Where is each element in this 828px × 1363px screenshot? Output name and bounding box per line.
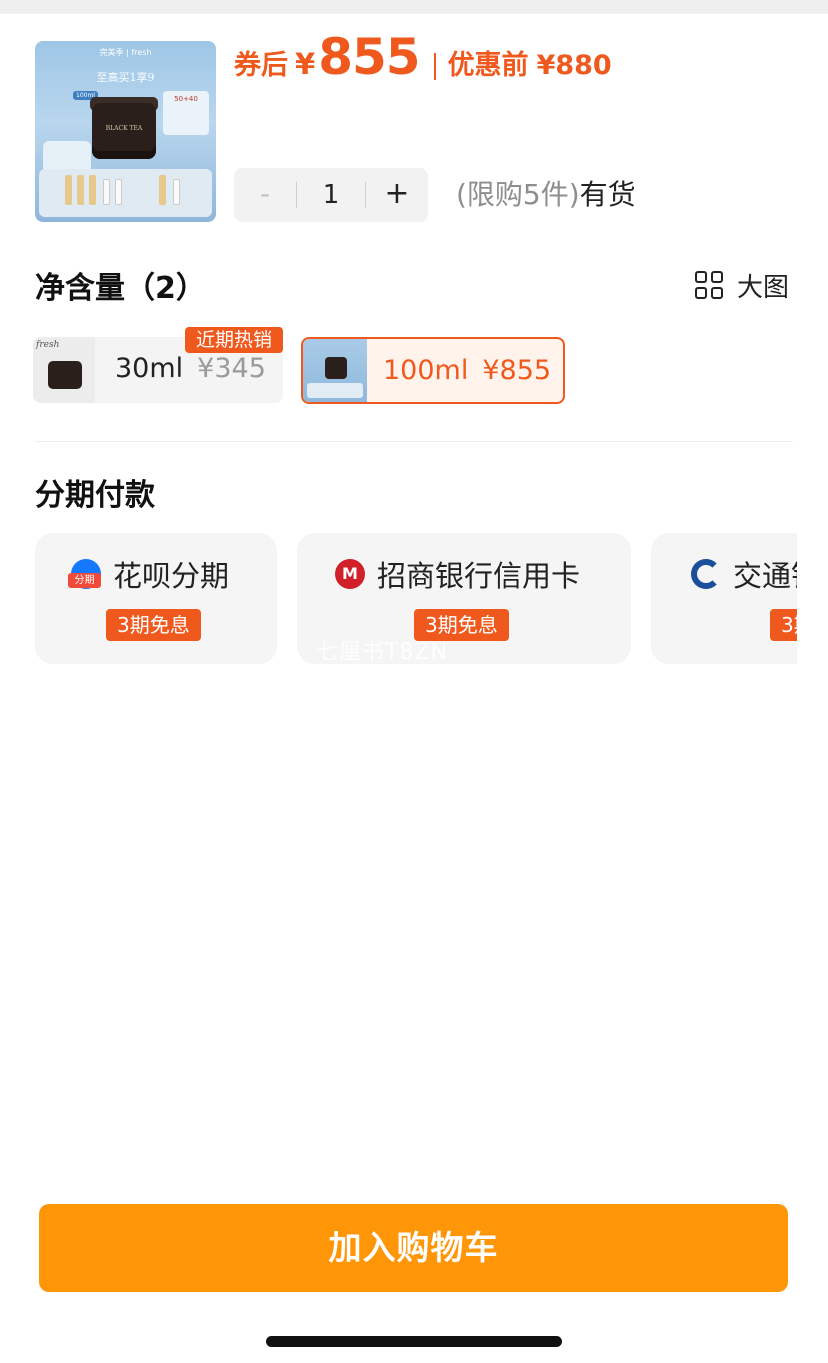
after-coupon-price: 855 xyxy=(318,28,420,86)
installment-option-huabei[interactable]: 分期 花呗分期 3期免息 xyxy=(35,533,277,664)
huabei-icon: 分期 xyxy=(68,559,101,589)
installment-option-head: 交通银行信用卡 xyxy=(691,555,797,593)
size-option-image: fresh xyxy=(33,337,95,403)
installment-option-head: 分期 花呗分期 xyxy=(68,555,230,593)
installment-option-name: 招商银行信用卡 xyxy=(377,559,581,593)
increment-button[interactable]: + xyxy=(366,168,428,222)
installment-option-name: 花呗分期 xyxy=(113,559,230,593)
currency-symbol: ¥ xyxy=(295,47,316,81)
thumb-promo-badge: 50+40 xyxy=(163,91,209,135)
jar-shape xyxy=(325,357,347,379)
big-view-label: 大图 xyxy=(737,272,790,303)
size-option-size: 30ml xyxy=(115,353,184,384)
installment-option-bocom[interactable]: 交通银行信用卡 3期免息 xyxy=(651,533,797,664)
thumb-headline: 至高买1享9 xyxy=(96,71,155,84)
size-option-image xyxy=(303,339,367,402)
size-option-price: ¥345 xyxy=(197,353,266,384)
bottle-shape xyxy=(159,175,166,205)
home-indicator[interactable] xyxy=(266,1336,562,1347)
section-divider xyxy=(35,441,793,442)
thumb-jar-label: BLACK TEA xyxy=(105,125,143,132)
big-view-toggle[interactable]: 大图 xyxy=(694,266,789,304)
quantity-stepper: - 1 + xyxy=(234,168,428,222)
decrement-button[interactable]: - xyxy=(234,168,296,222)
installment-section-title: 分期付款 xyxy=(35,478,155,513)
before-discount-label: 优惠前 xyxy=(447,50,529,81)
add-to-cart-button[interactable]: 加入购物车 xyxy=(39,1204,788,1292)
installment-option-head: M 招商银行信用卡 xyxy=(335,555,580,593)
stock-status: 有货 xyxy=(579,178,636,211)
cmb-icon-glyph: M xyxy=(342,564,358,583)
product-thumbnail[interactable]: 完美季 | fresh 至高买1享9 100ml BLACK TEA 50+40 xyxy=(35,41,216,222)
installment-option-name: 交通银行信用卡 xyxy=(733,559,797,593)
gift-tray-shape xyxy=(307,383,363,398)
size-option-100ml[interactable]: 100ml ¥855 xyxy=(301,337,565,404)
option-brand-text: fresh xyxy=(36,340,60,350)
price-divider xyxy=(433,52,436,80)
watermark: 七厘书T8ZN xyxy=(316,640,448,665)
bottle-shape xyxy=(89,175,96,205)
price-line: 券后 ¥ 855 优惠前 ¥880 xyxy=(234,28,612,88)
cmb-icon: M xyxy=(335,559,365,589)
size-option-price: ¥855 xyxy=(482,355,552,386)
tube-shape xyxy=(115,179,122,205)
top-strip xyxy=(0,0,828,14)
tube-shape xyxy=(103,179,110,205)
bottle-shape xyxy=(77,175,84,205)
thumb-brand-text: 完美季 | fresh xyxy=(99,48,152,57)
interest-free-badge: 3期免息 xyxy=(770,609,797,641)
after-coupon-label: 券后 xyxy=(234,50,288,81)
hot-selling-tag: 近期热销 xyxy=(185,327,283,353)
size-option-text: 100ml ¥855 xyxy=(383,339,551,405)
size-section-title: 净含量（2） xyxy=(35,271,206,306)
quantity-value[interactable]: 1 xyxy=(297,168,365,222)
bocom-icon xyxy=(691,559,721,589)
gift-tray-shape xyxy=(39,169,212,217)
size-option-size: 100ml xyxy=(383,355,469,386)
before-discount-price: ¥880 xyxy=(536,50,612,81)
huabei-icon-tag: 分期 xyxy=(68,573,101,588)
stock-info: (限购5件)有货 xyxy=(456,173,636,217)
bottle-shape xyxy=(65,175,72,205)
purchase-limit: (限购5件) xyxy=(456,178,580,211)
grid-view-icon xyxy=(694,270,724,300)
interest-free-badge: 3期免息 xyxy=(106,609,201,641)
jar-shape xyxy=(48,361,82,389)
tube-shape xyxy=(173,179,180,205)
